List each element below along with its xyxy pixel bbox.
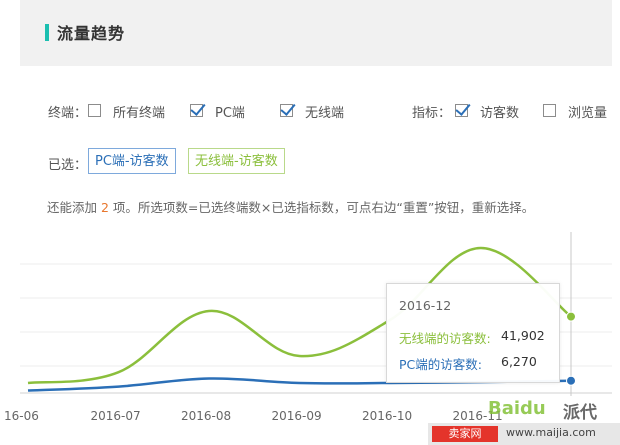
tooltip-pc-label: PC端的访客数: [399, 357, 482, 372]
x-tick-label: 2016-10 [362, 409, 412, 423]
x-tick-label: 2016-07 [91, 409, 141, 423]
series-point-wireless [566, 311, 576, 322]
x-tick-label: 2016-08 [181, 409, 231, 423]
tooltip-wireless-value: 41,902 [501, 328, 545, 343]
x-tick-label: 2016-09 [272, 409, 322, 423]
watermark-logo-left: Baidu [488, 398, 546, 419]
watermark-badge: 卖家网 [432, 426, 498, 442]
watermark-banner: 卖家网 www.maijia.com [428, 423, 620, 445]
x-tick-label: 16-06 [4, 409, 39, 423]
series-point-pc [566, 375, 576, 386]
chart-tooltip: 2016-12 无线端的访客数: 41,902 PC端的访客数: 6,270 [386, 283, 560, 383]
tooltip-wireless-label: 无线端的访客数: [399, 331, 491, 346]
watermark-url: www.maijia.com [506, 426, 596, 439]
tooltip-pc-value: 6,270 [501, 354, 537, 369]
tooltip-date: 2016-12 [399, 298, 452, 313]
watermark-logo-right: 派代 [563, 403, 597, 423]
